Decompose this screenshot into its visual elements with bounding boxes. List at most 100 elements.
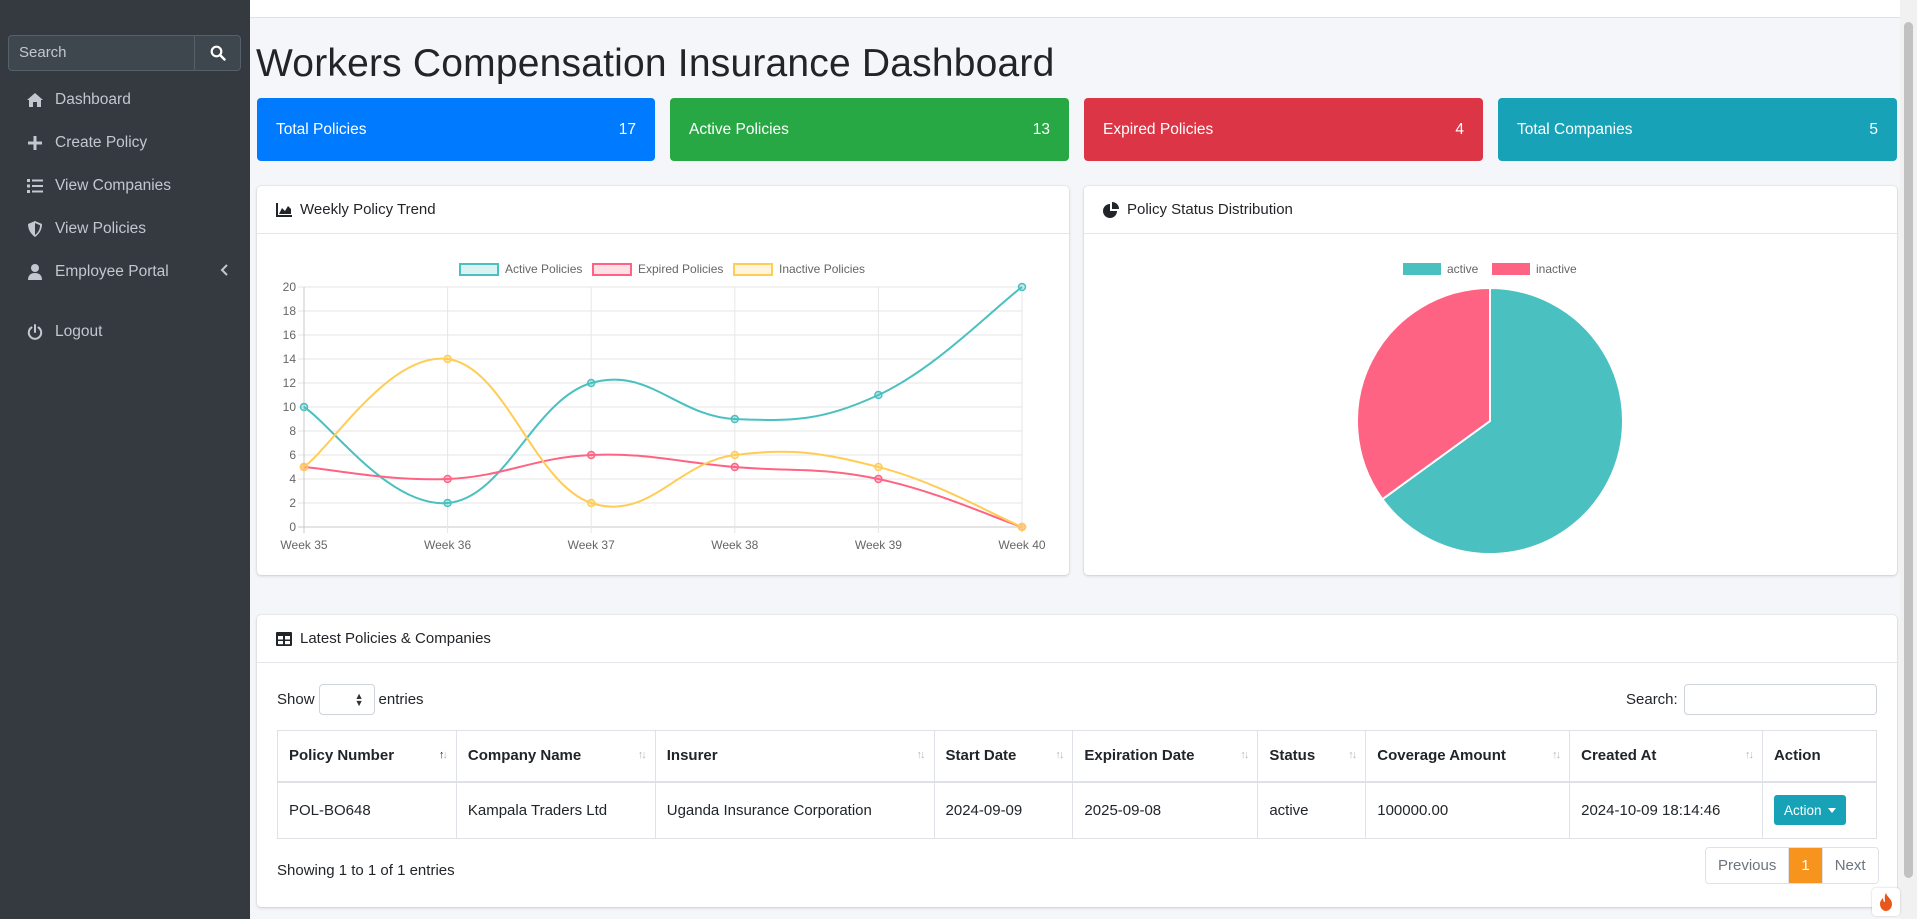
cell-insurer: Uganda Insurance Corporation xyxy=(654,781,935,839)
stat-total-companies: Total Companies 5 xyxy=(1498,98,1897,161)
data-point xyxy=(586,498,596,508)
fire-icon[interactable] xyxy=(1872,888,1900,916)
x-tick-label: Week 37 xyxy=(568,538,615,552)
weekly-trend-line-chart: 0 2 4 6 8 10 12 14 16 18 20 Week 35 Week 36 Week 37 We… xyxy=(280,280,1045,552)
sidebar-search-input[interactable]: Search xyxy=(8,35,194,71)
stat-label: Total Companies xyxy=(1517,120,1633,138)
x-tick-label: Week 36 xyxy=(424,538,471,552)
table-search-control: Search: xyxy=(1626,684,1877,715)
column-label: Company Name xyxy=(467,747,582,765)
sort-icon: ↑↓ xyxy=(1348,749,1357,761)
sidebar-item-label: Employee Portal xyxy=(55,263,169,280)
column-header[interactable]: Coverage Amount ↑↓ xyxy=(1365,730,1571,783)
sidebar-item-create-policy[interactable]: Create Policy xyxy=(8,124,242,162)
data-point xyxy=(586,450,596,460)
sidebar-search: Search xyxy=(8,35,241,71)
data-point xyxy=(1017,282,1027,292)
status-distribution-card: Policy Status Distribution active inacti… xyxy=(1084,186,1897,575)
sidebar-item-view-companies[interactable]: View Companies xyxy=(8,167,242,205)
x-tick-label: Week 40 xyxy=(998,538,1045,552)
data-point xyxy=(874,462,883,472)
shield-icon xyxy=(26,220,44,238)
sidebar-item-label: Dashboard xyxy=(55,91,131,108)
top-navbar xyxy=(250,0,1900,18)
user-icon xyxy=(26,263,44,281)
column-header[interactable]: Policy Number ↑↓ xyxy=(277,730,457,783)
column-header[interactable]: Status ↑↓ xyxy=(1257,730,1367,783)
column-label: Expiration Date xyxy=(1084,747,1195,765)
pagination-previous[interactable]: Previous xyxy=(1706,848,1789,883)
data-point xyxy=(299,402,309,412)
stat-value: 17 xyxy=(618,120,636,138)
data-point xyxy=(1017,522,1027,532)
column-header[interactable]: Expiration Date ↑↓ xyxy=(1072,730,1259,783)
column-header[interactable]: Insurer ↑↓ xyxy=(654,730,935,783)
sort-asc-icon: ↑↓ xyxy=(438,749,448,761)
entries-length-control: Show ▲ ▼ entries xyxy=(277,684,424,715)
stat-expired-policies: Expired Policies 4 xyxy=(1084,98,1483,161)
cell-coverage-amount: 100000.00 xyxy=(1365,781,1571,839)
table-header-row: Policy Number ↑↓ Company Name ↑↓ Insurer ↑↓… xyxy=(277,730,1878,783)
y-tick-label: 16 xyxy=(283,328,297,342)
table-search-input[interactable] xyxy=(1683,684,1877,715)
home-icon xyxy=(26,91,44,109)
column-header: Action xyxy=(1761,730,1878,783)
data-point xyxy=(443,498,452,508)
sidebar-item-label: Create Policy xyxy=(55,134,148,151)
sidebar-item-dashboard[interactable]: Dashboard xyxy=(8,81,242,119)
data-point xyxy=(874,474,883,484)
cell-created-at: 2024-10-09 18:14:46 xyxy=(1569,781,1763,839)
page-title: Workers Compensation Insurance Dashboard xyxy=(256,42,1055,85)
stat-total-policies: Total Policies 17 xyxy=(257,98,655,161)
data-point xyxy=(586,378,596,388)
pagination-next[interactable]: Next xyxy=(1822,848,1878,883)
y-tick-label: 20 xyxy=(283,280,297,294)
sidebar: Search Dashboard Create Policy View Comp… xyxy=(0,0,250,919)
sidebar-item-logout[interactable]: Logout xyxy=(8,313,242,351)
action-label: Action xyxy=(1783,802,1822,818)
select-arrows-icon: ▲ ▼ xyxy=(354,691,364,708)
sidebar-search-button[interactable] xyxy=(194,35,241,71)
column-label: Status xyxy=(1269,747,1316,765)
series-line xyxy=(303,453,1023,528)
entries-select[interactable]: ▲ ▼ xyxy=(318,684,375,715)
sidebar-item-employee-portal[interactable]: Employee Portal xyxy=(8,253,242,291)
column-label: Insurer xyxy=(666,747,718,765)
search-icon xyxy=(210,45,226,61)
column-header[interactable]: Company Name ↑↓ xyxy=(455,730,656,783)
column-label: Policy Number xyxy=(289,747,395,765)
stat-label: Active Policies xyxy=(689,120,789,138)
sort-icon: ↑↓ xyxy=(637,749,647,761)
plus-icon xyxy=(26,134,44,152)
entries-label: entries xyxy=(378,691,424,708)
caret-down-icon xyxy=(1827,807,1836,813)
sort-icon: ↑↓ xyxy=(1552,749,1561,761)
y-tick-label: 12 xyxy=(283,376,297,390)
scrollbar-thumb[interactable] xyxy=(1904,22,1913,878)
x-tick-label: Week 38 xyxy=(711,538,758,552)
column-header[interactable]: Start Date ↑↓ xyxy=(933,730,1074,783)
cell-company-name: Kampala Traders Ltd xyxy=(455,781,656,839)
y-tick-label: 6 xyxy=(289,448,296,462)
pagination-page-1[interactable]: 1 xyxy=(1788,848,1823,883)
y-tick-label: 8 xyxy=(289,424,296,438)
cell-expiration-date: 2025-09-08 xyxy=(1072,781,1259,839)
sidebar-item-view-policies[interactable]: View Policies xyxy=(8,210,242,248)
data-point xyxy=(443,474,452,484)
cell-status: active xyxy=(1257,781,1367,839)
show-label: Show xyxy=(277,691,315,708)
page-scrollbar[interactable] xyxy=(1900,0,1917,919)
series-line xyxy=(303,357,1023,528)
column-header[interactable]: Created At ↑↓ xyxy=(1569,730,1763,783)
data-point xyxy=(730,414,740,424)
data-point xyxy=(443,354,452,364)
series-line xyxy=(303,286,1023,505)
data-point xyxy=(730,462,740,472)
data-point xyxy=(874,390,883,400)
data-point xyxy=(299,462,309,472)
action-dropdown-button[interactable]: Action xyxy=(1773,795,1846,826)
search-label: Search: xyxy=(1626,691,1678,708)
stat-value: 5 xyxy=(1869,120,1878,138)
table-row: POL-BO648 Kampala Traders Ltd Uganda Ins… xyxy=(277,781,1878,839)
pagination: Previous 1 Next xyxy=(1705,847,1879,884)
